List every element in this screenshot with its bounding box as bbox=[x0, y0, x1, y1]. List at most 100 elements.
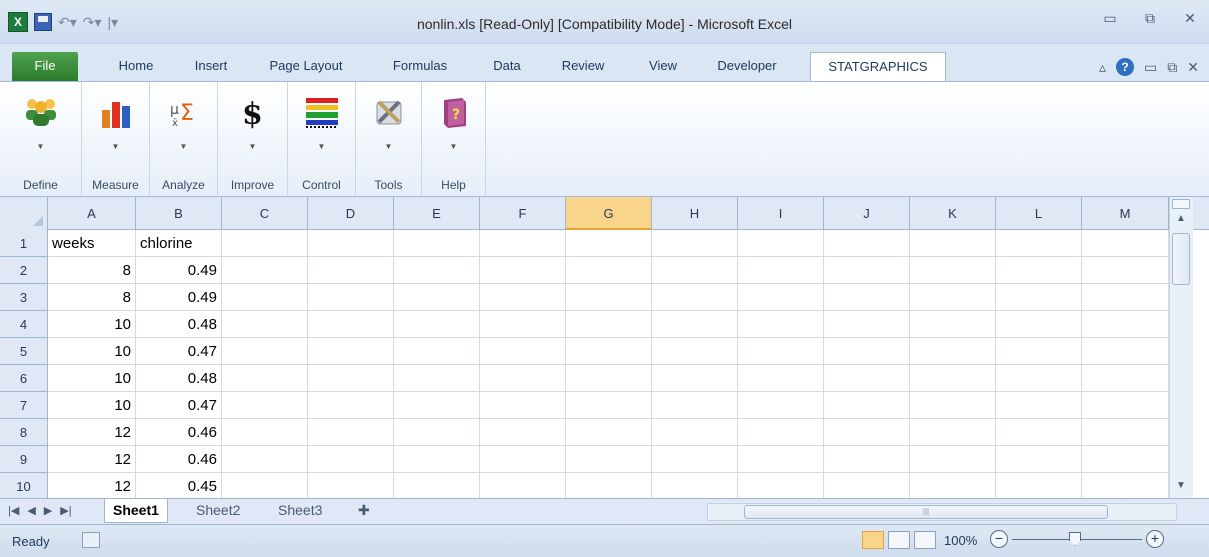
cell[interactable] bbox=[308, 257, 394, 284]
zoom-slider-knob[interactable] bbox=[1069, 532, 1081, 546]
cell[interactable] bbox=[824, 230, 910, 257]
cell[interactable] bbox=[566, 446, 652, 473]
cell[interactable] bbox=[910, 284, 996, 311]
page-break-view-icon[interactable] bbox=[914, 531, 936, 549]
cell[interactable] bbox=[738, 284, 824, 311]
workbook-minimize-icon[interactable]: ▭ bbox=[1144, 59, 1157, 76]
cell-a[interactable]: 8 bbox=[48, 284, 136, 311]
cell[interactable] bbox=[480, 392, 566, 419]
cell[interactable] bbox=[308, 446, 394, 473]
cell[interactable] bbox=[480, 230, 566, 257]
cell[interactable] bbox=[996, 284, 1082, 311]
cell[interactable] bbox=[1082, 473, 1169, 500]
cell[interactable] bbox=[394, 392, 480, 419]
cell[interactable] bbox=[910, 230, 996, 257]
cell-a[interactable]: 12 bbox=[48, 473, 136, 500]
cell-a[interactable]: 10 bbox=[48, 392, 136, 419]
cell[interactable] bbox=[480, 284, 566, 311]
cell[interactable] bbox=[222, 284, 308, 311]
ribbon-group-tools[interactable]: ▼ Tools bbox=[356, 82, 422, 196]
cell[interactable] bbox=[566, 257, 652, 284]
cell[interactable] bbox=[652, 257, 738, 284]
row-header[interactable]: 7 bbox=[0, 392, 48, 419]
cell[interactable] bbox=[1082, 338, 1169, 365]
help-icon[interactable]: ? bbox=[1116, 58, 1135, 76]
prev-sheet-icon[interactable]: ◀ bbox=[27, 504, 35, 517]
cell-b[interactable]: 0.47 bbox=[136, 392, 222, 419]
cell[interactable] bbox=[222, 257, 308, 284]
cell[interactable] bbox=[824, 284, 910, 311]
scroll-down-icon[interactable]: ▼ bbox=[1170, 480, 1192, 496]
cell[interactable] bbox=[824, 311, 910, 338]
cell[interactable] bbox=[222, 392, 308, 419]
column-header[interactable]: M bbox=[1082, 197, 1169, 230]
page-layout-view-icon[interactable] bbox=[888, 531, 910, 549]
cell[interactable] bbox=[652, 230, 738, 257]
ribbon-group-define[interactable]: ▼ Define bbox=[0, 82, 82, 196]
cell[interactable] bbox=[480, 419, 566, 446]
cell[interactable] bbox=[910, 392, 996, 419]
cell[interactable] bbox=[480, 365, 566, 392]
cell[interactable] bbox=[652, 446, 738, 473]
row-header[interactable]: 8 bbox=[0, 419, 48, 446]
cell[interactable] bbox=[652, 473, 738, 500]
column-header[interactable]: F bbox=[480, 197, 566, 230]
column-header[interactable]: H bbox=[652, 197, 738, 230]
next-sheet-icon[interactable]: ▶ bbox=[44, 504, 52, 517]
cell[interactable] bbox=[566, 230, 652, 257]
ribbon-group-control[interactable]: ▼ Control bbox=[288, 82, 356, 196]
cell[interactable] bbox=[566, 365, 652, 392]
select-all-button[interactable] bbox=[0, 197, 48, 230]
cell[interactable] bbox=[910, 338, 996, 365]
cell[interactable] bbox=[222, 419, 308, 446]
cell[interactable] bbox=[394, 284, 480, 311]
cell[interactable] bbox=[652, 311, 738, 338]
tab-statgraphics[interactable]: STATGRAPHICS bbox=[810, 52, 946, 82]
cell[interactable] bbox=[308, 284, 394, 311]
cell[interactable] bbox=[480, 257, 566, 284]
cell-a[interactable]: 10 bbox=[48, 311, 136, 338]
sheet-tab-sheet2[interactable]: Sheet2 bbox=[188, 499, 248, 523]
cell-a[interactable]: 8 bbox=[48, 257, 136, 284]
cell[interactable] bbox=[308, 365, 394, 392]
cell-b[interactable]: 0.46 bbox=[136, 419, 222, 446]
cell[interactable] bbox=[996, 365, 1082, 392]
cell[interactable] bbox=[1082, 419, 1169, 446]
horizontal-scrollbar[interactable]: ||| bbox=[707, 503, 1177, 521]
cell-b[interactable]: chlorine bbox=[136, 230, 222, 257]
zoom-level[interactable]: 100% bbox=[944, 533, 977, 548]
cell[interactable] bbox=[566, 311, 652, 338]
tab-page-layout[interactable]: Page Layout bbox=[258, 52, 354, 81]
cell[interactable] bbox=[996, 230, 1082, 257]
cell[interactable] bbox=[394, 473, 480, 500]
cell[interactable] bbox=[222, 446, 308, 473]
sheet-tab-sheet1[interactable]: Sheet1 bbox=[104, 499, 168, 523]
cell[interactable] bbox=[910, 311, 996, 338]
cell[interactable] bbox=[480, 446, 566, 473]
cell-b[interactable]: 0.46 bbox=[136, 446, 222, 473]
cell[interactable] bbox=[824, 446, 910, 473]
macro-record-icon[interactable] bbox=[82, 532, 100, 548]
column-header[interactable]: A bbox=[48, 197, 136, 230]
tab-data[interactable]: Data bbox=[482, 52, 532, 81]
cell[interactable] bbox=[566, 419, 652, 446]
tab-view[interactable]: View bbox=[636, 52, 690, 81]
cell-a[interactable]: 10 bbox=[48, 365, 136, 392]
row-header[interactable]: 4 bbox=[0, 311, 48, 338]
zoom-in-icon[interactable]: + bbox=[1146, 530, 1164, 548]
cell[interactable] bbox=[738, 257, 824, 284]
cell[interactable] bbox=[1082, 365, 1169, 392]
zoom-out-icon[interactable]: − bbox=[990, 530, 1008, 548]
tab-developer[interactable]: Developer bbox=[702, 52, 792, 81]
cell[interactable] bbox=[394, 338, 480, 365]
cell[interactable] bbox=[996, 446, 1082, 473]
row-header[interactable]: 10 bbox=[0, 473, 48, 500]
cell[interactable] bbox=[566, 338, 652, 365]
minimize-icon[interactable]: ▭ bbox=[1099, 10, 1121, 27]
cell[interactable] bbox=[824, 419, 910, 446]
row-header[interactable]: 6 bbox=[0, 365, 48, 392]
tab-file[interactable]: File bbox=[12, 52, 78, 81]
column-header[interactable]: L bbox=[996, 197, 1082, 230]
cell[interactable] bbox=[566, 284, 652, 311]
row-header[interactable]: 3 bbox=[0, 284, 48, 311]
